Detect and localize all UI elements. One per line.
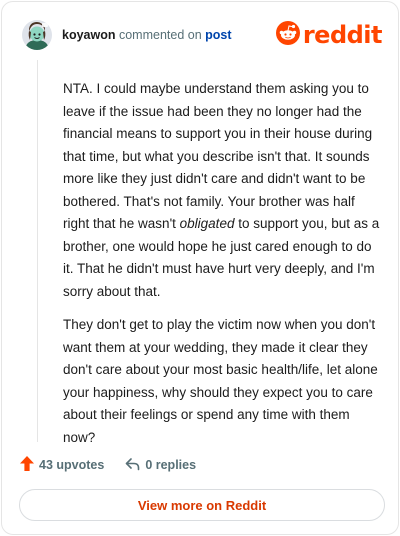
comment-paragraph-1-start: NTA. I could maybe understand them askin…	[63, 81, 373, 231]
comment-actions: 43 upvotes 0 replies	[20, 454, 196, 476]
reddit-logo[interactable]: reddit	[275, 20, 383, 50]
upvote-button[interactable]: 43 upvotes	[20, 456, 104, 474]
thread-line	[37, 60, 38, 442]
avatar[interactable]	[22, 20, 52, 50]
comment-paragraph-2: They don't get to play the victim now wh…	[63, 317, 378, 445]
view-more-button[interactable]: View more on Reddit	[19, 489, 385, 521]
comment-paragraph-1: NTA. I could maybe understand them askin…	[63, 78, 383, 303]
replies-button[interactable]: 0 replies	[125, 457, 196, 474]
username-link[interactable]: koyawon	[62, 28, 116, 42]
action-text: commented on	[118, 28, 202, 42]
reddit-snoo-icon	[275, 20, 300, 50]
upvote-count: 43 upvotes	[39, 458, 105, 472]
embed-card: koyawon commented on post reddit NTA. I …	[1, 1, 399, 535]
comment-paragraph-1-emphasis: obligated	[179, 216, 235, 231]
comment-body: NTA. I could maybe understand them askin…	[63, 78, 383, 460]
byline: koyawon commented on post	[62, 28, 232, 42]
reply-arrow-icon	[125, 457, 145, 474]
post-link[interactable]: post	[205, 28, 231, 42]
comment-header: koyawon commented on post reddit	[22, 20, 383, 52]
reddit-wordmark: reddit	[302, 21, 383, 49]
upvote-arrow-icon	[20, 456, 39, 474]
replies-count: 0 replies	[145, 458, 197, 472]
